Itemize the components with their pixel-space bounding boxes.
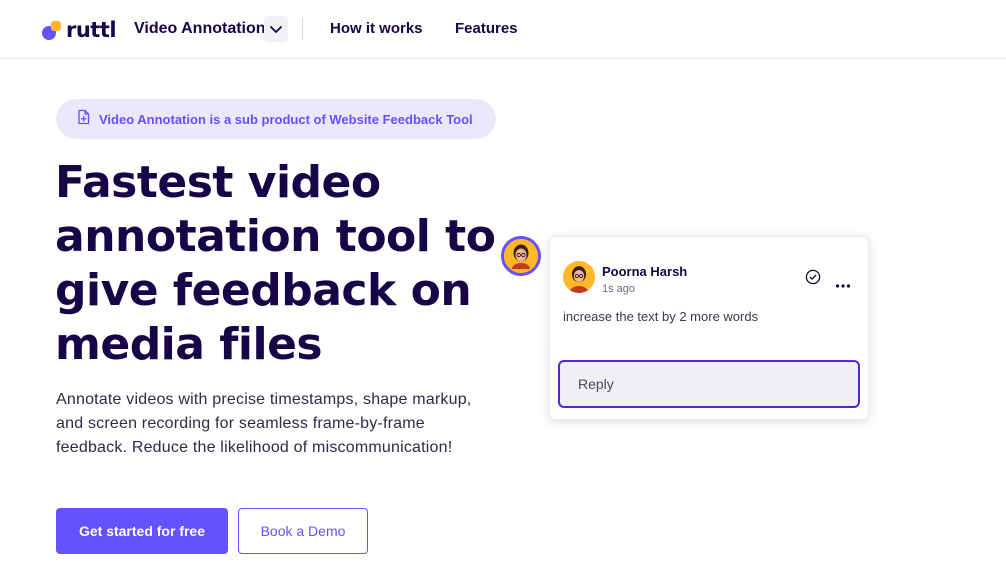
comment-author: Poorna Harsh — [602, 264, 688, 279]
file-plus-icon — [76, 109, 91, 130]
avatar — [563, 261, 595, 293]
more-horizontal-icon[interactable] — [835, 275, 851, 288]
headline-line-3: give feedback on — [55, 265, 472, 316]
nav-link-features[interactable]: Features — [455, 20, 518, 37]
get-started-button[interactable]: Get started for free — [56, 508, 228, 554]
top-navbar: ruttl Video Annotation How it works Feat… — [0, 0, 1006, 59]
comment-card: Poorna Harsh 1s ago increase the text by… — [549, 236, 869, 420]
comment-text: increase the text by 2 more words — [563, 309, 759, 324]
chevron-down-icon[interactable] — [264, 16, 288, 42]
check-circle-icon[interactable] — [805, 269, 821, 285]
product-menu-label[interactable]: Video Annotation — [134, 20, 266, 38]
comment-timestamp: 1s ago — [602, 283, 636, 295]
headline-line-1: Fastest video — [55, 157, 381, 208]
reply-input[interactable] — [558, 360, 860, 408]
headline-line-4: media files — [55, 319, 323, 370]
hero-headline: Fastest video annotation tool to give fe… — [55, 156, 525, 372]
nav-divider — [302, 18, 303, 40]
headline-line-2: annotation tool to — [55, 211, 496, 262]
hero-subtext: Annotate videos with precise timestamps,… — [56, 391, 472, 456]
book-demo-button[interactable]: Book a Demo — [238, 508, 368, 554]
comment-pin-avatar[interactable] — [501, 236, 541, 276]
pill-text: Video Annotation is a sub product of Web… — [99, 111, 473, 127]
sub-product-pill[interactable]: Video Annotation is a sub product of Web… — [56, 99, 496, 139]
ruttl-logo[interactable]: ruttl — [40, 17, 117, 43]
logo-text: ruttl — [66, 18, 117, 42]
nav-link-how-it-works[interactable]: How it works — [330, 20, 423, 37]
logo-mark-icon — [40, 18, 64, 42]
